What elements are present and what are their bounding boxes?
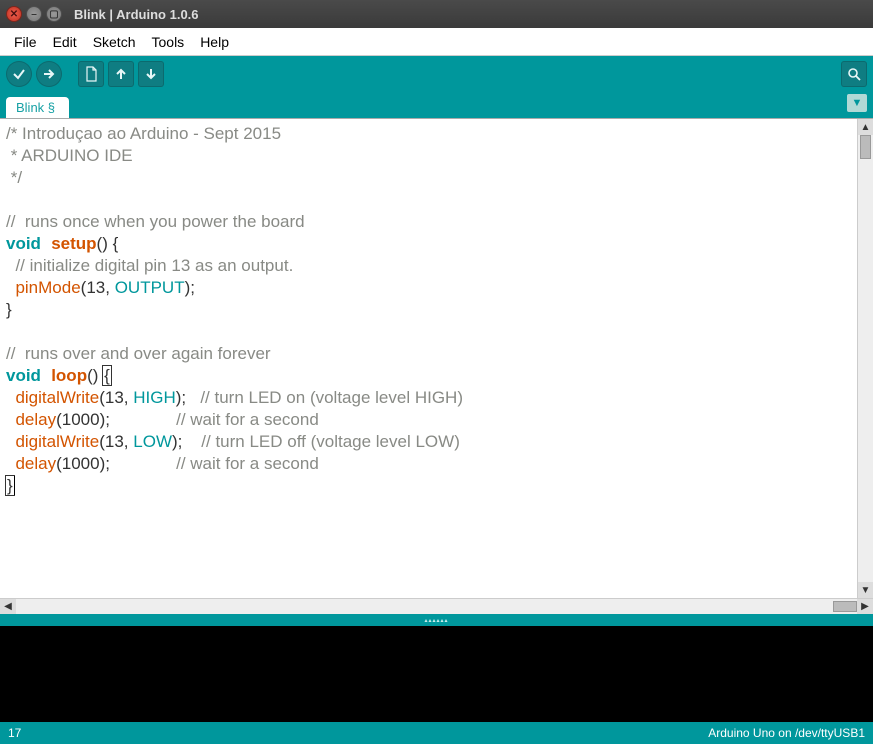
serial-monitor-button[interactable] xyxy=(841,61,867,87)
code-token: (1000); xyxy=(56,410,176,429)
file-icon xyxy=(84,66,98,82)
code-token: digitalWrite xyxy=(15,432,99,451)
magnifier-icon xyxy=(846,66,862,82)
code-token: (13, xyxy=(81,278,115,297)
status-line-number: 17 xyxy=(8,726,21,740)
code-token: LOW xyxy=(133,432,172,451)
text-cursor xyxy=(14,476,15,495)
code-line: } xyxy=(6,300,12,319)
scroll-thumb[interactable] xyxy=(833,601,857,612)
split-drag-handle[interactable]: ▴▴▴▴▴▴ xyxy=(0,614,873,626)
close-icon[interactable]: ✕ xyxy=(6,6,22,22)
code-line: // initialize digital pin 13 as an outpu… xyxy=(6,256,293,275)
window-titlebar: ✕ – ▢ Blink | Arduino 1.0.6 xyxy=(0,0,873,28)
menu-help[interactable]: Help xyxy=(192,32,237,52)
code-line: // runs once when you power the board xyxy=(6,212,305,231)
vertical-scrollbar[interactable]: ▲ ▼ xyxy=(857,119,873,598)
save-button[interactable] xyxy=(138,61,164,87)
code-line: * ARDUINO IDE xyxy=(6,146,133,165)
code-line: // runs over and over again forever xyxy=(6,344,271,363)
code-line: */ xyxy=(6,168,22,187)
code-token: digitalWrite xyxy=(15,388,99,407)
verify-button[interactable] xyxy=(6,61,32,87)
code-token: delay xyxy=(15,454,56,473)
code-token: () { xyxy=(97,234,119,253)
check-icon xyxy=(12,67,26,81)
code-token: HIGH xyxy=(133,388,176,407)
open-button[interactable] xyxy=(108,61,134,87)
code-token: void xyxy=(6,366,41,385)
scroll-right-icon[interactable]: ▶ xyxy=(857,599,873,614)
scroll-track[interactable] xyxy=(16,599,833,614)
scroll-down-icon[interactable]: ▼ xyxy=(858,582,873,598)
code-token: void xyxy=(6,234,41,253)
menu-file[interactable]: File xyxy=(6,32,45,52)
new-button[interactable] xyxy=(78,61,104,87)
toolbar xyxy=(0,56,873,92)
code-token: // turn LED on (voltage level HIGH) xyxy=(200,388,463,407)
code-token: ); xyxy=(172,432,201,451)
arrow-right-icon xyxy=(42,67,56,81)
code-token: setup xyxy=(51,234,96,253)
scroll-track[interactable] xyxy=(858,159,873,582)
code-editor[interactable]: /* Introduçao ao Arduino - Sept 2015 * A… xyxy=(0,119,857,598)
code-token: (1000); xyxy=(56,454,176,473)
window-title: Blink | Arduino 1.0.6 xyxy=(74,7,199,22)
code-token: pinMode xyxy=(15,278,80,297)
scroll-left-icon[interactable]: ◀ xyxy=(0,599,16,614)
code-token: () xyxy=(87,366,103,385)
upload-button[interactable] xyxy=(36,61,62,87)
menu-edit[interactable]: Edit xyxy=(45,32,85,52)
maximize-icon[interactable]: ▢ xyxy=(46,6,62,22)
chevron-down-icon: ▼ xyxy=(852,97,863,109)
status-board-port: Arduino Uno on /dev/ttyUSB1 xyxy=(708,726,865,740)
minimize-icon[interactable]: – xyxy=(26,6,42,22)
code-token: delay xyxy=(15,410,56,429)
console-output[interactable] xyxy=(0,626,873,722)
code-token: ); xyxy=(185,278,195,297)
menu-bar: File Edit Sketch Tools Help xyxy=(0,28,873,56)
tab-bar: Blink § ▼ xyxy=(0,92,873,118)
code-token: loop xyxy=(51,366,87,385)
arrow-down-icon xyxy=(144,67,158,81)
menu-sketch[interactable]: Sketch xyxy=(85,32,144,52)
scroll-up-icon[interactable]: ▲ xyxy=(858,119,873,135)
code-token: (13, xyxy=(99,388,133,407)
tab-menu-button[interactable]: ▼ xyxy=(847,94,867,112)
status-bar: 17 Arduino Uno on /dev/ttyUSB1 xyxy=(0,722,873,744)
code-line: /* Introduçao ao Arduino - Sept 2015 xyxy=(6,124,281,143)
brace-highlight: { xyxy=(102,365,112,386)
code-token: (13, xyxy=(99,432,133,451)
code-token: // wait for a second xyxy=(176,454,319,473)
scroll-thumb[interactable] xyxy=(860,135,871,159)
horizontal-scrollbar[interactable]: ◀ ▶ xyxy=(0,598,873,614)
tab-blink[interactable]: Blink § xyxy=(6,97,69,118)
editor-area: /* Introduçao ao Arduino - Sept 2015 * A… xyxy=(0,118,873,598)
arrow-up-icon xyxy=(114,67,128,81)
code-token: // wait for a second xyxy=(176,410,319,429)
code-token: // turn LED off (voltage level LOW) xyxy=(201,432,460,451)
code-token: OUTPUT xyxy=(115,278,185,297)
menu-tools[interactable]: Tools xyxy=(144,32,193,52)
code-token: ); xyxy=(176,388,201,407)
